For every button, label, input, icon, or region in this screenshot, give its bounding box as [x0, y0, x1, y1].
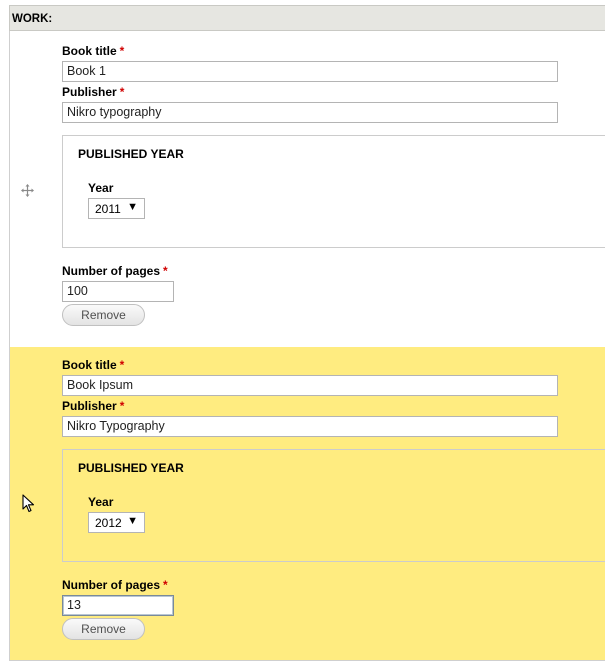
- required-marker: *: [163, 578, 168, 592]
- published-year-fieldset: PUBLISHED YEAR Year 2011 ▼: [62, 135, 605, 248]
- number-of-pages-input[interactable]: 13: [62, 595, 174, 616]
- publisher-input[interactable]: Nikro Typography: [62, 416, 558, 437]
- mouse-pointer-icon: [22, 494, 35, 513]
- year-select[interactable]: 2011 ▼: [88, 198, 145, 219]
- publisher-label: Publisher *: [62, 85, 125, 99]
- book-title-input[interactable]: Book 1: [62, 61, 558, 82]
- publisher-label: Publisher *: [62, 399, 125, 413]
- year-label: Year: [88, 181, 114, 195]
- published-year-legend: PUBLISHED YEAR: [78, 147, 184, 161]
- required-marker: *: [119, 44, 125, 58]
- published-year-fieldset: PUBLISHED YEAR Year 2012 ▼: [62, 449, 605, 562]
- required-marker: *: [163, 264, 168, 278]
- work-field-widget: WORK: Book title * Book 1 Publisher * Nikr…: [0, 0, 605, 664]
- remove-button[interactable]: Remove: [62, 304, 145, 326]
- year-select-value: 2012: [95, 516, 122, 530]
- number-of-pages-input[interactable]: 100: [62, 281, 174, 302]
- section-title: WORK:: [12, 13, 53, 25]
- required-marker: *: [119, 399, 125, 413]
- drag-handle-icon[interactable]: [21, 184, 34, 197]
- number-of-pages-label: Number of pages *: [62, 578, 168, 592]
- publisher-input[interactable]: Nikro typography: [62, 102, 558, 123]
- required-marker: *: [119, 85, 125, 99]
- book-title-label: Book title *: [62, 44, 125, 58]
- chevron-down-icon: ▼: [127, 515, 138, 527]
- chevron-down-icon: ▼: [127, 201, 138, 213]
- year-label: Year: [88, 495, 114, 509]
- required-marker: *: [119, 358, 125, 372]
- remove-button[interactable]: Remove: [62, 618, 145, 640]
- book-title-input[interactable]: Book Ipsum: [62, 375, 558, 396]
- year-select[interactable]: 2012 ▼: [88, 512, 145, 533]
- published-year-legend: PUBLISHED YEAR: [78, 461, 184, 475]
- table-row: Book title * Book Ipsum Publisher * Nikro …: [10, 347, 605, 661]
- table-row: Book title * Book 1 Publisher * Nikro typo…: [10, 31, 605, 347]
- section-header: WORK:: [9, 5, 605, 31]
- number-of-pages-label: Number of pages *: [62, 264, 168, 278]
- year-select-value: 2011: [95, 202, 121, 216]
- book-title-label: Book title *: [62, 358, 125, 372]
